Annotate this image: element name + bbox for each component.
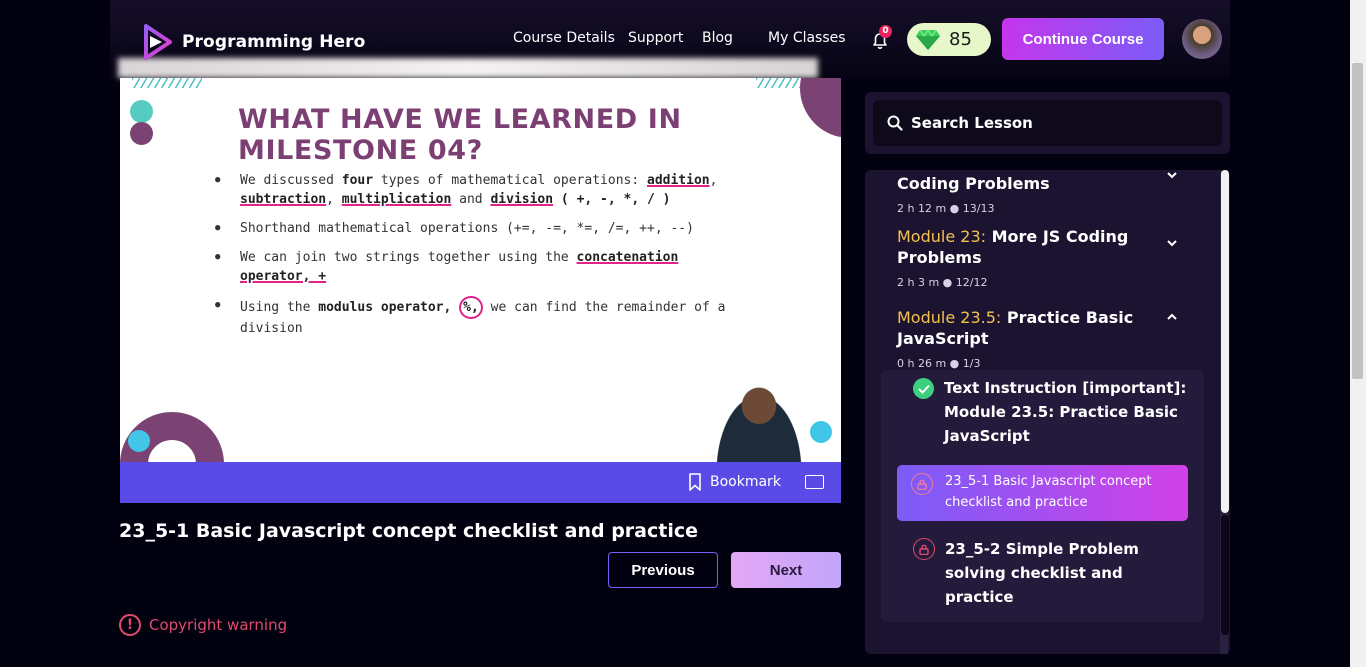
bookmark-label: Bookmark <box>710 474 781 490</box>
gems-counter[interactable]: 85 <box>907 23 991 56</box>
decorative-circle <box>130 122 153 145</box>
module-title[interactable]: Coding Problems <box>897 174 1050 193</box>
lock-icon <box>913 538 935 560</box>
lesson-item-active[interactable]: 23_5-1 Basic Javascript concept checklis… <box>897 465 1188 521</box>
slide-bullet: We discussed four types of mathematical … <box>215 171 735 209</box>
slide-title: WHAT HAVE WE LEARNED IN MILESTONE 04? <box>238 104 682 166</box>
nav-my-classes[interactable]: My Classes <box>768 30 846 46</box>
video-toolbar: Bookmark <box>120 462 841 503</box>
slide-bullet: Shorthand mathematical operations (+=, -… <box>215 219 735 238</box>
lesson-label: 23_5-1 Basic Javascript concept checklis… <box>945 474 1152 510</box>
gem-icon <box>916 28 940 50</box>
chevron-up-icon[interactable] <box>1165 310 1179 324</box>
module-meta: 2 h 12 m ● 13/13 <box>897 202 995 215</box>
presenter-webcam <box>705 375 813 463</box>
continue-course-button[interactable]: Continue Course <box>1002 18 1164 60</box>
notification-badge: 0 <box>879 25 892 38</box>
brand[interactable]: Programming Hero <box>138 22 365 62</box>
sidebar-scroll-lower <box>1221 515 1229 635</box>
search-icon <box>887 115 903 131</box>
copyright-label: Copyright warning <box>149 616 288 634</box>
nav-blog[interactable]: Blog <box>702 30 733 46</box>
previous-button[interactable]: Previous <box>608 552 718 588</box>
brand-name: Programming Hero <box>182 32 366 52</box>
module-list: Coding Problems 2 h 12 m ● 13/13 Module … <box>865 170 1230 654</box>
lesson-item[interactable]: Text Instruction [important]: Module 23.… <box>913 376 1193 448</box>
page-scroll-thumb[interactable] <box>1352 63 1363 379</box>
programming-hero-logo <box>144 24 172 60</box>
search-panel: Search Lesson <box>865 92 1230 154</box>
next-button[interactable]: Next <box>731 552 841 588</box>
module-title[interactable]: Module 23.5: Practice Basic JavaScript <box>897 307 1167 349</box>
decorative-balloon <box>810 421 832 443</box>
theater-mode-icon[interactable] <box>805 475 824 489</box>
lesson-item[interactable]: 23_5-2 Simple Problem solving checklist … <box>913 537 1193 609</box>
slide-bullet: We can join two strings together using t… <box>215 248 735 286</box>
decorative-balloon <box>128 430 150 452</box>
copyright-warning[interactable]: ! Copyright warning <box>119 614 287 636</box>
slide-bullet: Using the modulus operator, %, we can fi… <box>215 296 735 338</box>
gems-value: 85 <box>949 29 972 50</box>
chevron-down-icon[interactable] <box>1165 236 1179 250</box>
search-input[interactable]: Search Lesson <box>873 100 1222 146</box>
nav-course-details[interactable]: Course Details <box>513 30 615 46</box>
avatar[interactable] <box>1182 19 1222 59</box>
module-meta: 2 h 3 m ● 12/12 <box>897 276 988 289</box>
decorative-stripes <box>132 78 202 88</box>
video-player[interactable]: WHAT HAVE WE LEARNED IN MILESTONE 04? We… <box>120 78 841 463</box>
warning-icon: ! <box>119 614 141 636</box>
lesson-title: 23_5-1 Basic Javascript concept checklis… <box>119 520 698 542</box>
chevron-down-icon[interactable] <box>1165 170 1179 182</box>
bookmark-button[interactable]: Bookmark <box>688 473 781 491</box>
decorative-circle <box>130 100 153 123</box>
lesson-label: 23_5-2 Simple Problem solving checklist … <box>945 540 1139 606</box>
lock-icon <box>911 473 933 495</box>
sidebar-scroll-thumb[interactable] <box>1221 170 1229 513</box>
check-icon <box>913 378 934 399</box>
nav-support[interactable]: Support <box>628 30 683 46</box>
slide-bullets: We discussed four types of mathematical … <box>215 171 735 348</box>
bookmark-icon <box>689 473 701 491</box>
module-meta: 0 h 26 m ● 1/3 <box>897 357 981 370</box>
lesson-label: Text Instruction [important]: Module 23.… <box>944 379 1187 445</box>
module-title[interactable]: Module 23: More JS Coding Problems <box>897 226 1167 268</box>
search-placeholder: Search Lesson <box>911 114 1033 132</box>
